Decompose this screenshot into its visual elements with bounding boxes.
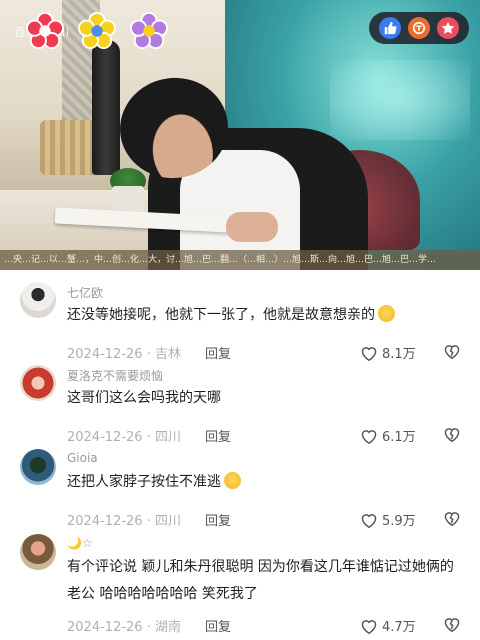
like-button[interactable]: 5.9万 xyxy=(360,510,416,529)
video-caption-ticker: …央…记…以…蟹…，中…创…化…大，讨…旭…巴…翻…（…相…）…旭…斯…向…旭…… xyxy=(0,250,480,270)
like-button[interactable]: 4.7万 xyxy=(360,616,416,635)
video-frame[interactable]: 百…大…li …央…记…以…蟹…，中…创…化…大，讨… xyxy=(0,0,480,270)
star-icon[interactable] xyxy=(437,17,460,39)
red-flower-sticker-icon xyxy=(26,12,64,50)
comment-username[interactable]: 七亿欧 xyxy=(67,284,103,301)
broken-heart-icon[interactable] xyxy=(443,510,461,526)
broken-heart-icon[interactable] xyxy=(443,616,461,632)
comment-text: 这哥们这么会吗我的天哪 xyxy=(67,390,221,406)
heart-icon xyxy=(361,513,377,528)
video-lamp-post xyxy=(92,40,120,175)
comment-username[interactable]: 夏洛克不需要烦恼 xyxy=(67,367,163,384)
comment-location: 湖南 xyxy=(154,620,181,635)
reply-button[interactable]: 回复 xyxy=(205,616,231,635)
thumbs-up-icon[interactable] xyxy=(378,17,401,39)
video-person-hand xyxy=(226,212,278,242)
like-count: 6.1万 xyxy=(382,430,416,445)
comment-date: 2024-12-26 xyxy=(67,514,143,529)
comment-date: 2024-12-26 xyxy=(67,430,143,445)
rofl-emoji-icon xyxy=(224,472,241,489)
comment-username[interactable]: Gioia xyxy=(67,451,98,465)
comment-date: 2024-12-26 xyxy=(67,347,143,362)
comment-text: 还没等她接呢，他就下一张了，他就是故意想亲的 xyxy=(67,302,457,329)
heart-icon xyxy=(361,346,377,361)
yellow-flower-sticker-icon xyxy=(78,12,116,50)
reply-button[interactable]: 回复 xyxy=(205,343,231,362)
comment-date: 2024-12-26 xyxy=(67,620,143,635)
comment-location: 四川 xyxy=(154,430,181,445)
like-button[interactable]: 6.1万 xyxy=(360,426,416,445)
video-action-badges xyxy=(369,12,469,44)
reply-button[interactable]: 回复 xyxy=(205,510,231,529)
like-count: 4.7万 xyxy=(382,620,416,635)
comment-text-content: 还把人家脖子按住不准逃 xyxy=(67,474,221,490)
broken-heart-icon[interactable] xyxy=(443,343,461,359)
purple-flower-sticker-icon xyxy=(130,12,168,50)
laughing-tears-emoji-icon xyxy=(378,305,395,322)
comment-meta: 2024-12-26 · 四川 xyxy=(67,430,181,445)
broken-heart-icon[interactable] xyxy=(443,426,461,442)
comment-text-content: 还没等她接呢，他就下一张了，他就是故意想亲的 xyxy=(67,307,375,323)
comment-list: 七亿欧 还没等她接呢，他就下一张了，他就是故意想亲的 2024-12-26 · … xyxy=(0,270,480,640)
video-chairs xyxy=(40,120,98,175)
reply-button[interactable]: 回复 xyxy=(205,426,231,445)
comment-meta: 2024-12-26 · 湖南 xyxy=(67,620,181,635)
comment-location: 四川 xyxy=(154,514,181,529)
avatar[interactable] xyxy=(20,449,56,485)
video-aquarium-glow xyxy=(330,60,470,140)
coin-icon[interactable] xyxy=(407,17,430,39)
like-count: 8.1万 xyxy=(382,347,416,362)
like-button[interactable]: 8.1万 xyxy=(360,343,416,362)
comment-meta: 2024-12-26 · 吉林 xyxy=(67,347,181,362)
comment-meta: 2024-12-26 · 四川 xyxy=(67,514,181,529)
comment-username[interactable]: 🌙☆ xyxy=(67,536,93,550)
comment-location: 吉林 xyxy=(154,347,181,362)
heart-icon xyxy=(361,429,377,444)
avatar[interactable] xyxy=(20,534,56,570)
avatar[interactable] xyxy=(20,365,56,401)
like-count: 5.9万 xyxy=(382,514,416,529)
heart-icon xyxy=(361,619,377,634)
avatar[interactable] xyxy=(20,282,56,318)
comment-text: 还把人家脖子按住不准逃 xyxy=(67,469,457,496)
comment-text: 有个评论说 颖儿和朱丹很聪明 因为你看这几年谁惦记过她俩的老公 哈哈哈哈哈哈哈 … xyxy=(67,559,454,602)
